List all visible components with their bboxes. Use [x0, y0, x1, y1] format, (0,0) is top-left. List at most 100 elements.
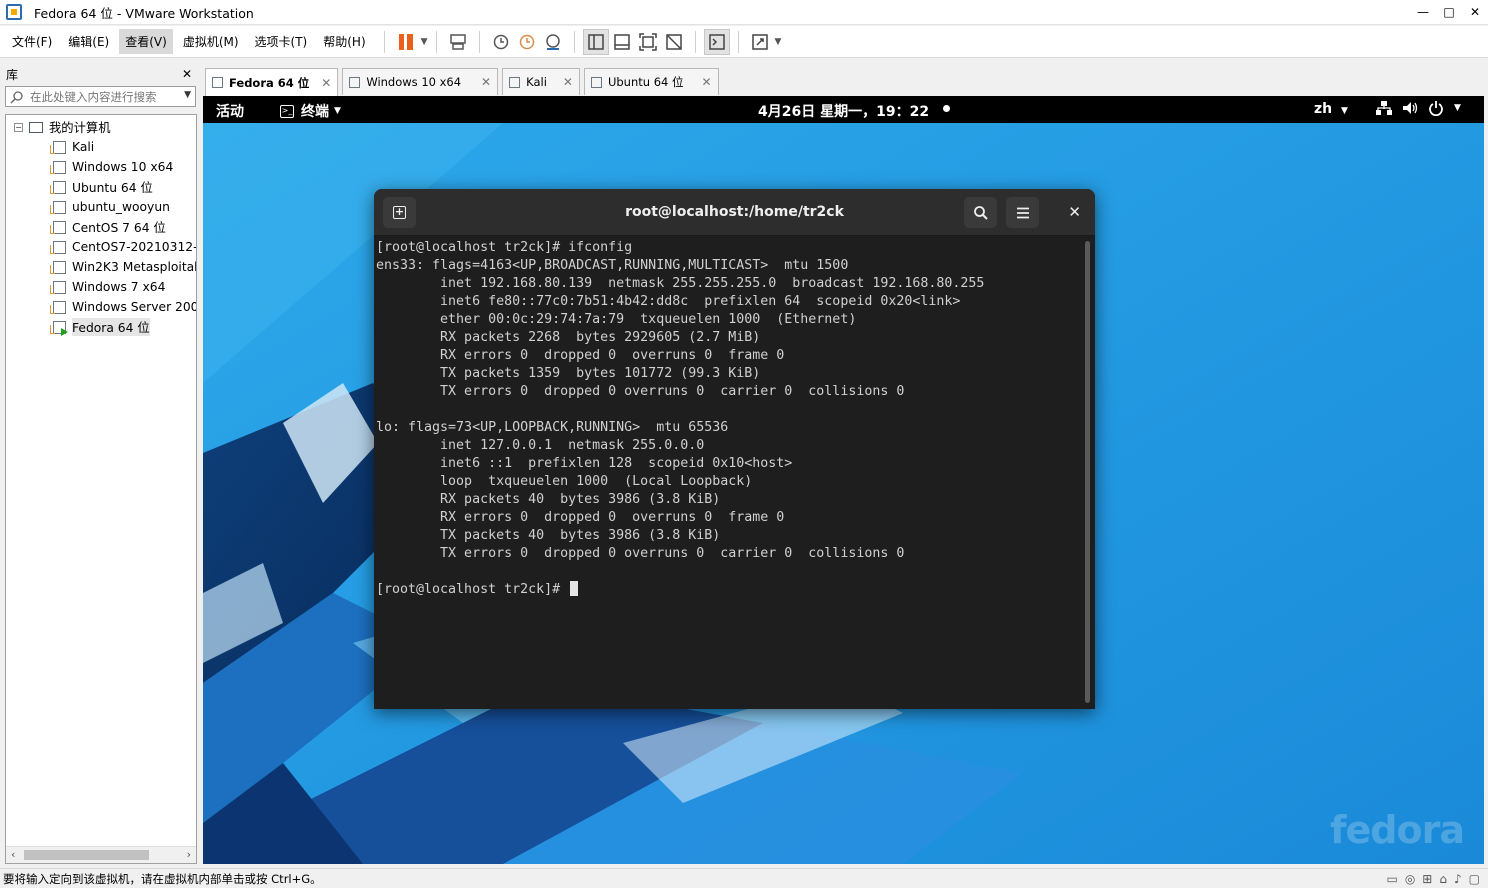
terminal-line: loop txqueuelen 1000 (Local Loopback) — [376, 474, 753, 489]
tree-root-my-computer[interactable]: − 我的计算机 — [14, 117, 111, 137]
status-text: 要将输入定向到该虚拟机，请在虚拟机内部单击或按 Ctrl+G。 — [3, 871, 322, 886]
search-icon — [10, 90, 23, 104]
pause-button[interactable] — [393, 29, 419, 55]
tab-close-icon[interactable]: ✕ — [481, 75, 491, 89]
device-status-icons: ▭ ◎ ⊞ ⌂ ♪ ▢ — [1386, 872, 1480, 886]
terminal-menu-button[interactable] — [1006, 197, 1039, 228]
input-language: zh — [1314, 101, 1333, 117]
send-ctrl-alt-del-button[interactable] — [445, 29, 471, 55]
menu-help[interactable]: 帮助(H) — [317, 29, 371, 54]
terminal-line: inet 127.0.0.1 netmask 255.0.0.0 — [376, 438, 705, 453]
terminal-line: TX packets 40 bytes 3986 (3.8 KiB) — [376, 528, 721, 543]
tree-item-vm[interactable]: Windows 7 x64 — [50, 277, 165, 297]
library-close-button[interactable]: ✕ — [182, 67, 192, 81]
gnome-input-method[interactable]: zh ▼ — [1314, 101, 1348, 117]
terminal-line: RX errors 0 dropped 0 overruns 0 frame 0 — [376, 348, 785, 363]
chevron-down-icon[interactable]: ▼ — [184, 90, 191, 100]
terminal-output[interactable]: [root@localhost tr2ck]# ifconfig ens33: … — [376, 236, 1081, 709]
toolbar-separator — [435, 30, 437, 53]
tab-close-icon[interactable]: ✕ — [702, 75, 712, 89]
tree-item-label: CentOS7-20210312-2 — [72, 240, 197, 254]
power-icon — [1429, 101, 1443, 116]
console-view-button[interactable] — [703, 28, 730, 55]
menu-edit[interactable]: 编辑(E) — [62, 29, 115, 54]
tab-label: Kali — [526, 75, 547, 89]
tree-horizontal-scrollbar[interactable]: ‹ › — [6, 846, 196, 863]
tab-kali[interactable]: Kali ✕ — [502, 68, 580, 95]
scroll-right-icon[interactable]: › — [187, 848, 191, 861]
terminal-search-button[interactable] — [964, 197, 997, 228]
stretch-guest-button[interactable] — [747, 29, 773, 55]
toolbar-separator — [383, 30, 385, 53]
pause-icon — [398, 33, 413, 50]
terminal-line: [root@localhost tr2ck]# ifconfig — [376, 240, 633, 255]
terminal-line: inet 192.168.80.139 netmask 255.255.255.… — [376, 276, 985, 291]
window-titlebar: Fedora 64 位 - VMware Workstation — □ ✕ — [0, 0, 1488, 25]
tree-item-vm[interactable]: CentOS 7 64 位 — [50, 217, 166, 237]
cd-rom-icon[interactable]: ◎ — [1405, 872, 1415, 886]
vm-icon — [50, 300, 66, 314]
display-icon[interactable]: ▢ — [1469, 872, 1480, 886]
tree-item-vm[interactable]: Ubuntu 64 位 — [50, 177, 153, 197]
menu-vm[interactable]: 虚拟机(M) — [177, 29, 245, 54]
sound-card-icon[interactable]: ♪ — [1454, 872, 1462, 886]
tree-item-vm[interactable]: Windows 10 x64 — [50, 157, 173, 177]
tab-close-icon[interactable]: ✕ — [321, 76, 331, 90]
unity-icon — [665, 33, 682, 50]
unity-mode-button[interactable] — [661, 29, 687, 55]
minimize-button[interactable]: — — [1410, 0, 1436, 25]
menu-tabs[interactable]: 选项卡(T) — [249, 29, 314, 54]
maximize-button[interactable]: □ — [1436, 0, 1462, 25]
vm-running-icon — [50, 320, 68, 336]
terminal-close-button[interactable]: ✕ — [1068, 203, 1081, 221]
terminal-icon: >_ — [280, 104, 294, 118]
tree-item-vm[interactable]: ubuntu_wooyun — [50, 197, 170, 217]
snapshot-button[interactable] — [488, 29, 514, 55]
revert-snapshot-button[interactable] — [514, 29, 540, 55]
terminal-scrollbar[interactable] — [1085, 241, 1090, 703]
vm-console-screen[interactable]: 活动 >_ 终端 ▼ 4月26日 星期一，19：22 zh ▼ ▼ + root… — [203, 96, 1484, 864]
gnome-app-menu[interactable]: >_ 终端 ▼ — [280, 101, 341, 121]
thumbnail-bar-button[interactable] — [609, 29, 635, 55]
vm-icon — [50, 220, 66, 234]
gnome-clock[interactable]: 4月26日 星期一，19：22 — [758, 101, 929, 121]
terminal-prompt: [root@localhost tr2ck]# — [376, 582, 569, 597]
tab-ubuntu[interactable]: Ubuntu 64 位 ✕ — [583, 68, 719, 95]
tree-item-vm-selected[interactable]: Fedora 64 位 — [50, 317, 150, 337]
hard-disk-icon[interactable]: ▭ — [1386, 872, 1397, 886]
menu-file[interactable]: 文件(F) — [6, 29, 58, 54]
snapshot-manager-button[interactable] — [540, 29, 566, 55]
power-dropdown-caret[interactable]: ▼ — [421, 37, 428, 47]
volume-icon — [1403, 102, 1418, 114]
tree-item-vm[interactable]: CentOS7-20210312-2 — [50, 237, 197, 257]
gnome-app-name: 终端 — [301, 104, 329, 120]
library-search-input[interactable]: 在此处键入内容进行搜索 ▼ — [5, 86, 196, 107]
toolbar-separator — [573, 30, 575, 53]
close-window-button[interactable]: ✕ — [1462, 0, 1488, 25]
tab-label: Ubuntu 64 位 — [607, 75, 684, 89]
menu-view[interactable]: 查看(V) — [119, 29, 173, 54]
terminal-window[interactable]: + root@localhost:/home/tr2ck ✕ [root@loc… — [374, 189, 1095, 709]
terminal-prompt-line[interactable]: [root@localhost tr2ck]# — [376, 581, 1081, 599]
tree-item-vm[interactable]: Kali — [50, 137, 94, 157]
vm-icon — [349, 76, 361, 88]
vmware-app-icon — [6, 4, 22, 20]
tree-item-vm[interactable]: Win2K3 Metasploitab — [50, 257, 196, 277]
tab-windows10[interactable]: Windows 10 x64 ✕ — [342, 68, 499, 95]
tree-item-vm[interactable]: Windows Server 2008 — [50, 297, 196, 317]
window-title: Fedora 64 位 - VMware Workstation — [34, 5, 254, 21]
scroll-left-icon[interactable]: ‹ — [11, 848, 15, 861]
network-adapter-icon[interactable]: ⊞ — [1422, 872, 1432, 886]
hamburger-menu-icon — [1016, 207, 1029, 218]
collapse-icon[interactable]: − — [14, 122, 23, 132]
usb-icon[interactable]: ⌂ — [1439, 872, 1447, 886]
tab-fedora[interactable]: Fedora 64 位 ✕ — [205, 68, 339, 96]
tab-close-icon[interactable]: ✕ — [563, 75, 573, 89]
gnome-system-menu[interactable]: ▼ — [1376, 100, 1461, 116]
show-library-button[interactable] — [582, 28, 609, 55]
gnome-activities[interactable]: 活动 — [216, 101, 244, 121]
stretch-dropdown-caret[interactable]: ▼ — [775, 37, 782, 47]
scrollbar-thumb[interactable] — [24, 850, 149, 860]
full-screen-button[interactable] — [635, 29, 661, 55]
